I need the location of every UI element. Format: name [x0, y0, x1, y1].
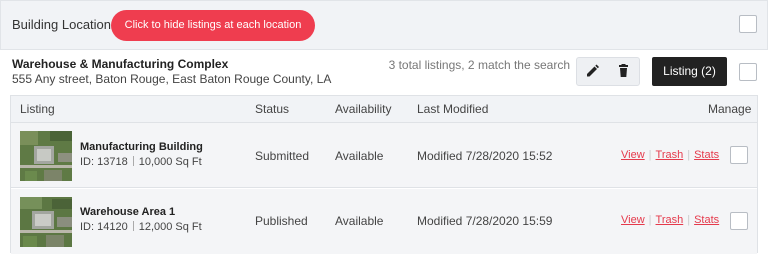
stats-link[interactable]: Stats — [694, 149, 719, 161]
listing-title: Manufacturing Building — [80, 141, 203, 153]
edit-button[interactable] — [577, 58, 608, 85]
listing-meta: ID: 13718 10,000 Sq Ft — [80, 156, 202, 168]
location-tools — [576, 57, 640, 86]
location-name: Warehouse & Manufacturing Complex — [12, 57, 229, 71]
listing-modified: Modified 7/28/2020 15:52 — [417, 149, 553, 163]
listing-thumbnail[interactable] — [20, 197, 72, 247]
trash-link[interactable]: Trash — [656, 149, 684, 161]
row-checkbox[interactable] — [730, 146, 748, 164]
listing-size: 10,000 Sq Ft — [138, 156, 202, 168]
location-checkbox[interactable] — [739, 63, 757, 81]
stats-link[interactable]: Stats — [694, 214, 719, 226]
table-row: Manufacturing Building ID: 13718 10,000 S… — [11, 123, 757, 188]
listing-status: Published — [255, 214, 308, 228]
listing-availability: Available — [335, 214, 384, 228]
listing-count: 3 total listings, 2 match the search — [388, 58, 570, 72]
listing-modified: Modified 7/28/2020 15:59 — [417, 214, 553, 228]
view-link[interactable]: View — [621, 149, 645, 161]
pencil-icon — [587, 64, 599, 77]
listing-size: 12,000 Sq Ft — [138, 221, 202, 233]
trash-icon — [619, 64, 628, 77]
divider — [132, 156, 134, 166]
listing-status: Submitted — [255, 149, 310, 163]
listing-title: Warehouse Area 1 — [80, 206, 176, 218]
view-link[interactable]: View — [621, 214, 645, 226]
divider — [132, 221, 134, 231]
trash-link[interactable]: Trash — [656, 214, 684, 226]
listing-id: ID: 14120 — [80, 221, 128, 233]
listing-thumbnail[interactable] — [20, 131, 72, 181]
manage-links: View | Trash | Stats — [621, 214, 720, 226]
hide-listings-button[interactable]: Click to hide listings at each location — [111, 10, 315, 41]
listings-table: Listing Status Availability Last Modifie… — [10, 95, 758, 254]
manage-links: View | Trash | Stats — [621, 149, 720, 161]
delete-button[interactable] — [608, 58, 639, 85]
section-title: Building Locations — [12, 17, 118, 32]
header-last-modified: Last Modified — [417, 102, 489, 116]
header-listing: Listing — [20, 102, 55, 116]
header-manage: Manage — [708, 102, 752, 116]
listing-count-button[interactable]: Listing (2) — [652, 57, 727, 86]
header-availability: Availability — [335, 102, 392, 116]
listing-meta: ID: 14120 12,000 Sq Ft — [80, 221, 202, 233]
table-row: Warehouse Area 1 ID: 14120 12,000 Sq Ft P… — [11, 189, 757, 254]
listing-availability: Available — [335, 149, 384, 163]
listing-id: ID: 13718 — [80, 156, 128, 168]
location-address: 555 Any street, Baton Rouge, East Baton … — [12, 72, 332, 86]
table-header: Listing Status Availability Last Modifie… — [11, 96, 757, 123]
select-all-checkbox[interactable] — [739, 15, 757, 33]
header-status: Status — [255, 102, 290, 116]
row-checkbox[interactable] — [730, 212, 748, 230]
